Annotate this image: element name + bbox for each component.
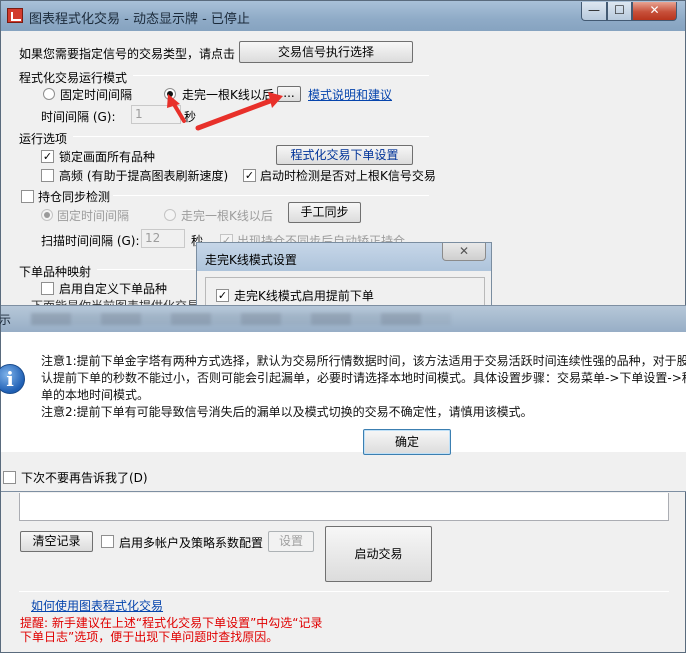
- multi-account-checkbox[interactable]: [101, 535, 114, 548]
- run-after-kline-label: 走完一根K线以后: [182, 88, 274, 102]
- minimize-button[interactable]: —: [581, 2, 607, 21]
- mapping-separator: [97, 269, 197, 270]
- close-button[interactable]: ✕: [632, 2, 677, 21]
- bottom-separator: [19, 591, 669, 592]
- sync-after-kline-label: 走完一根K线以后: [181, 209, 273, 223]
- run-mode-header: 程式化交易运行模式: [19, 71, 128, 85]
- info-dialog-titlebar[interactable]: 示: [0, 306, 686, 332]
- position-sync-separator: [113, 195, 429, 196]
- log-area[interactable]: [19, 493, 669, 521]
- kline-dialog-title: 走完K线模式设置: [205, 253, 297, 267]
- run-mode-separator: [133, 75, 429, 76]
- kline-settings-button[interactable]: ...: [277, 86, 301, 102]
- start-trading-button[interactable]: 启动交易: [325, 526, 432, 582]
- lock-all-label: 锁定画面所有品种: [59, 150, 156, 164]
- info-dialog-title-partial: 示: [0, 313, 12, 327]
- mapping-header: 下单品种映射: [19, 265, 92, 279]
- lock-all-checkbox[interactable]: ✓: [41, 150, 54, 163]
- info-message-line2: 认提前下单的秒数不能过小，否则可能会引起漏单，必要时请选择本地时间模式。具体设置…: [41, 371, 686, 385]
- window-title: 图表程式化交易 - 动态显示牌 - 已停止: [29, 12, 250, 27]
- multi-account-label: 启用多帐户及策略系数配置: [119, 536, 264, 550]
- signal-select-button[interactable]: 交易信号执行选择: [239, 41, 413, 63]
- mapping-partial-text: 下面能是你当前图表提供化交易: [31, 297, 199, 305]
- ok-button[interactable]: 确定: [363, 429, 451, 455]
- manual-sync-button[interactable]: 手工同步: [288, 202, 361, 223]
- position-sync-header: 持仓同步检测: [38, 190, 111, 204]
- info-message-line4: 注意2:提前下单有可能导致信号消失后的漏单以及模式切换的交易不确定性，请慎用该模…: [41, 405, 533, 419]
- check-on-start-label: 启动时检测是否对上根K信号交易: [260, 169, 436, 183]
- run-options-separator: [73, 136, 429, 137]
- order-settings-button[interactable]: 程式化交易下单设置: [276, 145, 413, 165]
- run-fixed-interval-radio[interactable]: [43, 88, 55, 100]
- info-dialog-body: i 注意1:提前下单金字塔有两种方式选择，默认为交易所行情数据时间，该方法适用于…: [0, 332, 686, 452]
- clear-log-button[interactable]: 清空记录: [20, 531, 93, 552]
- custom-mapping-label: 启用自定义下单品种: [59, 282, 168, 296]
- maximize-button[interactable]: ☐: [607, 2, 632, 21]
- high-freq-checkbox[interactable]: [41, 169, 54, 182]
- info-message-line1: 注意1:提前下单金字塔有两种方式选择，默认为交易所行情数据时间，该方法适用于交易…: [41, 354, 686, 368]
- run-after-kline-radio[interactable]: [164, 88, 176, 100]
- info-message-line3: 单的本地时间模式。: [41, 388, 150, 402]
- sync-after-kline-radio[interactable]: [164, 209, 176, 221]
- interval-unit: 秒: [184, 110, 197, 124]
- multi-account-settings-button[interactable]: 设置: [268, 531, 314, 552]
- signal-type-prompt: 如果您需要指定信号的交易类型，请点击: [19, 47, 236, 61]
- info-dialog: 示 i 注意1:提前下单金字塔有两种方式选择，默认为交易所行情数据时间，该方法适…: [0, 305, 686, 492]
- scan-interval-input[interactable]: 12: [141, 229, 185, 248]
- sync-fixed-interval-label: 固定时间间隔: [57, 209, 130, 223]
- info-dialog-title-blur: [31, 313, 451, 325]
- app-chart-icon: [7, 8, 23, 23]
- main-window: 图表程式化交易 - 动态显示牌 - 已停止 — ☐ ✕ 如果您需要指定信号的交易…: [0, 0, 686, 653]
- info-icon: i: [0, 364, 25, 394]
- sync-fixed-interval-radio[interactable]: [41, 209, 53, 221]
- dont-show-again-label: 下次不要再告诉我了(D): [21, 471, 148, 485]
- mode-help-link[interactable]: 模式说明和建议: [308, 86, 392, 103]
- scan-interval-label: 扫描时间间隔 (G):: [41, 234, 140, 248]
- dont-show-again-checkbox[interactable]: [3, 471, 16, 484]
- high-freq-label: 高频 (有助于提高图表刷新速度): [59, 169, 229, 183]
- help-usage-link[interactable]: 如何使用图表程式化交易: [31, 597, 163, 614]
- position-sync-checkbox[interactable]: [21, 190, 34, 203]
- custom-mapping-checkbox[interactable]: [41, 282, 54, 295]
- run-fixed-interval-label: 固定时间间隔: [60, 88, 133, 102]
- interval-input[interactable]: 1: [131, 105, 181, 124]
- early-order-checkbox[interactable]: ✓: [216, 289, 229, 302]
- kline-dialog-close-button[interactable]: ✕: [442, 243, 486, 261]
- early-order-label: 走完K线模式启用提前下单: [234, 289, 374, 303]
- tip-line2: 下单日志”选项，便于出现下单问题时查找原因。: [20, 630, 279, 644]
- title-bar[interactable]: 图表程式化交易 - 动态显示牌 - 已停止 — ☐ ✕: [1, 1, 685, 31]
- run-options-header: 运行选项: [19, 132, 68, 146]
- check-on-start-checkbox[interactable]: ✓: [243, 169, 256, 182]
- interval-label: 时间间隔 (G):: [41, 110, 116, 124]
- kline-dialog-titlebar[interactable]: 走完K线模式设置 ✕: [197, 243, 491, 271]
